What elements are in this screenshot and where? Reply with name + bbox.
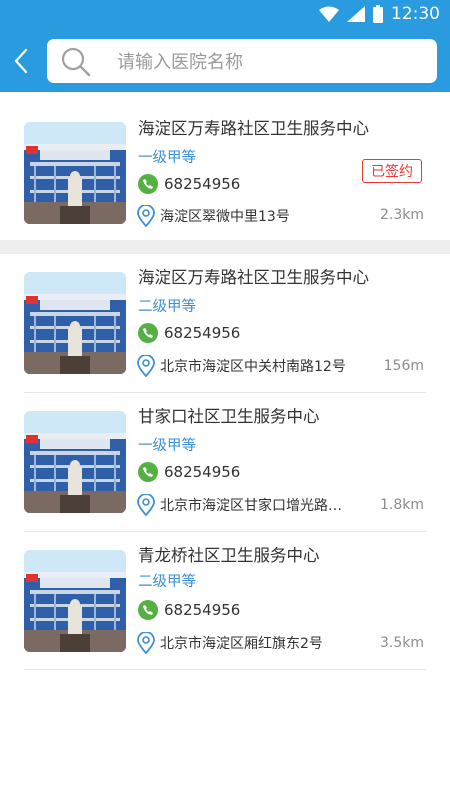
section-divider	[0, 240, 450, 254]
hospital-name: 青龙桥社区卫生服务中心	[138, 546, 320, 565]
location-pin-icon	[137, 494, 155, 516]
search-icon	[61, 47, 91, 77]
hospital-level: 一级甲等	[138, 438, 196, 454]
phone-row[interactable]: 68254956	[138, 323, 240, 343]
battery-icon	[373, 5, 383, 23]
chevron-left-icon	[14, 48, 28, 74]
hospital-address: 北京市海淀区甘家口增光路…	[160, 498, 342, 514]
status-time: 12:30	[391, 4, 440, 24]
hospital-distance: 3.5km	[379, 635, 424, 651]
address-row: 北京市海淀区甘家口增光路…	[137, 494, 367, 516]
location-pin-icon	[137, 632, 155, 654]
hospital-level: 一级甲等	[138, 150, 196, 166]
address-row: 北京市海淀区厢红旗东2号	[137, 632, 367, 654]
hospital-distance: 1.8km	[379, 497, 424, 513]
phone-number: 68254956	[164, 175, 241, 193]
hospital-address: 海淀区翠微中里13号	[160, 209, 290, 225]
location-pin-icon	[137, 205, 155, 227]
hospital-distance: 2.3km	[379, 207, 424, 223]
hospital-address: 北京市海淀区中关村南路12号	[160, 359, 346, 375]
hospital-name: 海淀区万寿路社区卫生服务中心	[138, 268, 369, 287]
hospital-card[interactable]: 青龙桥社区卫生服务中心 二级甲等 68254956 北京市海淀区厢红旗东2号 3…	[0, 532, 450, 670]
location-pin-icon	[137, 355, 155, 377]
search-input[interactable]	[115, 39, 419, 85]
hospital-photo	[24, 411, 126, 513]
signal-icon	[347, 6, 365, 22]
hospital-card[interactable]: 海淀区万寿路社区卫生服务中心 二级甲等 68254956 北京市海淀区中关村南路…	[0, 254, 450, 392]
hospital-photo	[24, 122, 126, 224]
phone-icon	[138, 600, 158, 620]
phone-icon	[138, 174, 158, 194]
phone-icon	[138, 462, 158, 482]
hospital-name: 甘家口社区卫生服务中心	[138, 407, 320, 426]
search-box[interactable]	[47, 39, 437, 85]
status-bar: 12:30	[0, 0, 450, 30]
phone-number: 68254956	[164, 601, 241, 619]
signed-badge: 已签约	[362, 159, 422, 183]
phone-row[interactable]: 68254956	[138, 174, 240, 194]
phone-icon	[138, 323, 158, 343]
phone-number: 68254956	[164, 463, 241, 481]
address-row: 北京市海淀区中关村南路12号	[137, 355, 367, 377]
back-button[interactable]	[8, 44, 34, 78]
hospital-address: 北京市海淀区厢红旗东2号	[160, 636, 323, 652]
wifi-icon	[319, 6, 339, 22]
hospital-photo	[24, 272, 126, 374]
row-divider	[24, 669, 426, 670]
phone-row[interactable]: 68254956	[138, 600, 240, 620]
phone-number: 68254956	[164, 324, 241, 342]
address-row: 海淀区翠微中里13号	[137, 205, 367, 227]
hospital-level: 二级甲等	[138, 299, 196, 315]
hospital-name: 海淀区万寿路社区卫生服务中心	[138, 119, 369, 138]
phone-row[interactable]: 68254956	[138, 462, 240, 482]
hospital-distance: 156m	[383, 358, 424, 374]
hospital-photo	[24, 550, 126, 652]
hospital-card[interactable]: 甘家口社区卫生服务中心 一级甲等 68254956 北京市海淀区甘家口增光路… …	[0, 393, 450, 531]
header	[0, 30, 450, 92]
hospital-level: 二级甲等	[138, 574, 196, 590]
